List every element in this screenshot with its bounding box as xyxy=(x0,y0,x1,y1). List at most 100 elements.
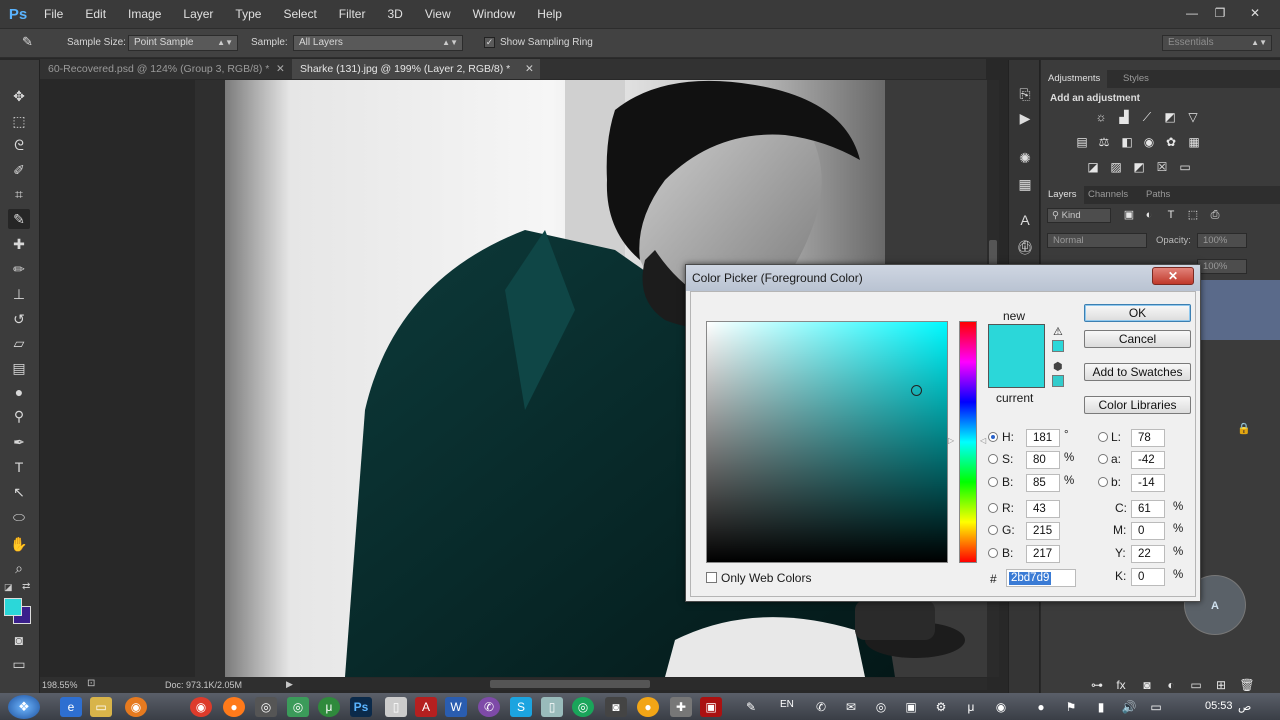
close-tab-icon[interactable]: ✕ xyxy=(525,59,534,79)
hue-slider-right-arrow-icon[interactable]: ◁ xyxy=(980,436,986,445)
exposure-icon[interactable]: ◩ xyxy=(1162,110,1178,124)
app-taskbar-icon[interactable]: ▯ xyxy=(385,697,407,717)
tray-icon[interactable]: ✉ xyxy=(840,697,862,717)
blur-tool-icon[interactable]: ● xyxy=(8,382,30,402)
clock-time[interactable]: 05:53 xyxy=(1205,700,1233,712)
color-cursor[interactable] xyxy=(911,385,922,396)
brightness-radio[interactable] xyxy=(988,477,998,487)
green-input[interactable]: 215 xyxy=(1026,522,1060,540)
tray-icon[interactable]: ⚙ xyxy=(930,697,952,717)
fill-input[interactable]: 100% xyxy=(1197,259,1247,274)
saturation-brightness-field[interactable] xyxy=(706,321,948,563)
link-layers-icon[interactable]: ⊶ xyxy=(1089,678,1105,692)
ellipse-tool-icon[interactable]: ⬭ xyxy=(8,507,30,527)
hex-input[interactable]: 2bd7d9 xyxy=(1006,569,1076,587)
word-taskbar-icon[interactable]: W xyxy=(445,697,467,717)
new-layer-icon[interactable]: ⊞ xyxy=(1213,678,1229,692)
viber-taskbar-icon[interactable]: ✆ xyxy=(478,697,500,717)
black-input[interactable]: 0 xyxy=(1131,568,1165,586)
sample-select[interactable]: All Layers ▲▼ xyxy=(293,35,463,51)
brush-settings-icon[interactable]: ✺ xyxy=(1015,148,1035,168)
skype-taskbar-icon[interactable]: S xyxy=(510,697,532,717)
chrome-taskbar-icon[interactable]: ◉ xyxy=(190,697,212,717)
ok-button[interactable]: OK xyxy=(1084,304,1191,322)
healing-brush-tool-icon[interactable]: ✚ xyxy=(8,234,30,254)
new-adjustment-layer-icon[interactable]: ◐ xyxy=(1163,678,1179,692)
quick-selection-tool-icon[interactable]: ✐ xyxy=(8,160,30,180)
tray-icon[interactable]: μ xyxy=(960,697,982,717)
hue-slider[interactable] xyxy=(959,321,977,563)
red-radio[interactable] xyxy=(988,503,998,513)
history-panel-icon[interactable]: ⎘ xyxy=(1015,84,1035,104)
close-tab-icon[interactable]: ✕ xyxy=(276,59,285,79)
posterize-icon[interactable]: ▨ xyxy=(1108,160,1124,174)
menu-select[interactable]: Select xyxy=(272,0,327,28)
status-info-icon[interactable]: ⊡ xyxy=(87,678,95,689)
color-libraries-button[interactable]: Color Libraries xyxy=(1084,396,1191,414)
add-to-swatches-button[interactable]: Add to Swatches xyxy=(1084,363,1191,381)
browser-taskbar-icon[interactable]: ● xyxy=(223,697,245,717)
invert-icon[interactable]: ◪ xyxy=(1085,160,1101,174)
gamut-color-swatch[interactable] xyxy=(1052,340,1064,352)
start-button-icon[interactable]: ❖ xyxy=(8,695,40,719)
type-tool-icon[interactable]: T xyxy=(8,457,30,477)
hue-input[interactable]: 181 xyxy=(1026,429,1060,447)
swap-colors-icon[interactable]: ⇄ xyxy=(22,581,30,592)
saturation-input[interactable]: 80 xyxy=(1026,451,1060,469)
info-icon[interactable]: ⓘ xyxy=(1015,238,1035,258)
tray-icon[interactable]: ▣ xyxy=(900,697,922,717)
tray-icon[interactable]: ◎ xyxy=(870,697,892,717)
filter-type-icon[interactable]: T xyxy=(1163,208,1179,222)
lab-b-input[interactable]: -14 xyxy=(1131,474,1165,492)
app-taskbar-icon[interactable]: ▣ xyxy=(700,697,722,717)
app-taskbar-icon[interactable]: ▯ xyxy=(541,697,563,717)
app-taskbar-icon[interactable]: ◎ xyxy=(255,697,277,717)
menu-layer[interactable]: Layer xyxy=(172,0,224,28)
workspace-select[interactable]: Essentials ▲▼ xyxy=(1162,35,1272,51)
menu-edit[interactable]: Edit xyxy=(74,0,117,28)
actions-play-icon[interactable]: ▶ xyxy=(1015,108,1035,128)
out-of-gamut-warning-icon[interactable]: ⚠ xyxy=(1053,325,1063,338)
move-tool-icon[interactable]: ✥ xyxy=(8,86,30,106)
lab-a-input[interactable]: -42 xyxy=(1131,451,1165,469)
dodge-tool-icon[interactable]: ⚲ xyxy=(8,406,30,426)
app-taskbar-icon[interactable]: ◙ xyxy=(605,697,627,717)
tray-icon[interactable]: ▭ xyxy=(1145,697,1167,717)
web-safe-color-swatch[interactable] xyxy=(1052,375,1064,387)
menu-3d[interactable]: 3D xyxy=(376,0,413,28)
close-window-button[interactable]: ✕ xyxy=(1243,4,1267,22)
app-taskbar-icon[interactable]: ● xyxy=(637,697,659,717)
menu-type[interactable]: Type xyxy=(224,0,272,28)
pen-tool-icon[interactable]: ✒ xyxy=(8,432,30,452)
tray-icon[interactable]: ◉ xyxy=(990,697,1012,717)
character-panel-icon[interactable]: A xyxy=(1015,210,1035,230)
doc-tab-recovered[interactable]: 60-Recovered.psd @ 124% (Group 3, RGB/8)… xyxy=(40,59,290,79)
tab-channels[interactable]: Channels xyxy=(1081,186,1135,204)
filter-pixel-icon[interactable]: ▣ xyxy=(1121,208,1137,222)
firefox-taskbar-icon[interactable]: ◉ xyxy=(125,697,147,717)
lab-l-radio[interactable] xyxy=(1098,432,1108,442)
web-safe-cube-icon[interactable]: ⬢ xyxy=(1053,360,1063,373)
clone-stamp-tool-icon[interactable]: ⊥ xyxy=(8,284,30,304)
eyedropper-preset-icon[interactable]: ✎ xyxy=(22,34,42,52)
language-indicator[interactable]: EN xyxy=(780,699,794,710)
acrobat-taskbar-icon[interactable]: A xyxy=(415,697,437,717)
blue-radio[interactable] xyxy=(988,548,998,558)
history-brush-tool-icon[interactable]: ↺ xyxy=(8,309,30,329)
red-input[interactable]: 43 xyxy=(1026,500,1060,518)
menu-window[interactable]: Window xyxy=(462,0,527,28)
dialog-close-button[interactable]: ✕ xyxy=(1152,267,1194,285)
scroll-thumb[interactable] xyxy=(490,680,650,688)
lasso-tool-icon[interactable]: ᘓ xyxy=(8,135,30,155)
hue-slider-left-arrow-icon[interactable]: ▷ xyxy=(948,436,954,445)
layer-style-icon[interactable]: fx xyxy=(1113,678,1129,692)
menu-view[interactable]: View xyxy=(414,0,462,28)
opacity-input[interactable]: 100% xyxy=(1197,233,1247,248)
app-taskbar-icon[interactable]: ✚ xyxy=(670,697,692,717)
green-radio[interactable] xyxy=(988,525,998,535)
doc-tab-sharke[interactable]: Sharke (131).jpg @ 199% (Layer 2, RGB/8)… xyxy=(292,59,540,79)
explorer-taskbar-icon[interactable]: ▭ xyxy=(90,697,112,717)
curves-icon[interactable]: ⟋ xyxy=(1139,110,1155,124)
tray-icon[interactable]: ● xyxy=(1030,697,1052,717)
photoshop-taskbar-icon[interactable]: Ps xyxy=(350,697,372,717)
